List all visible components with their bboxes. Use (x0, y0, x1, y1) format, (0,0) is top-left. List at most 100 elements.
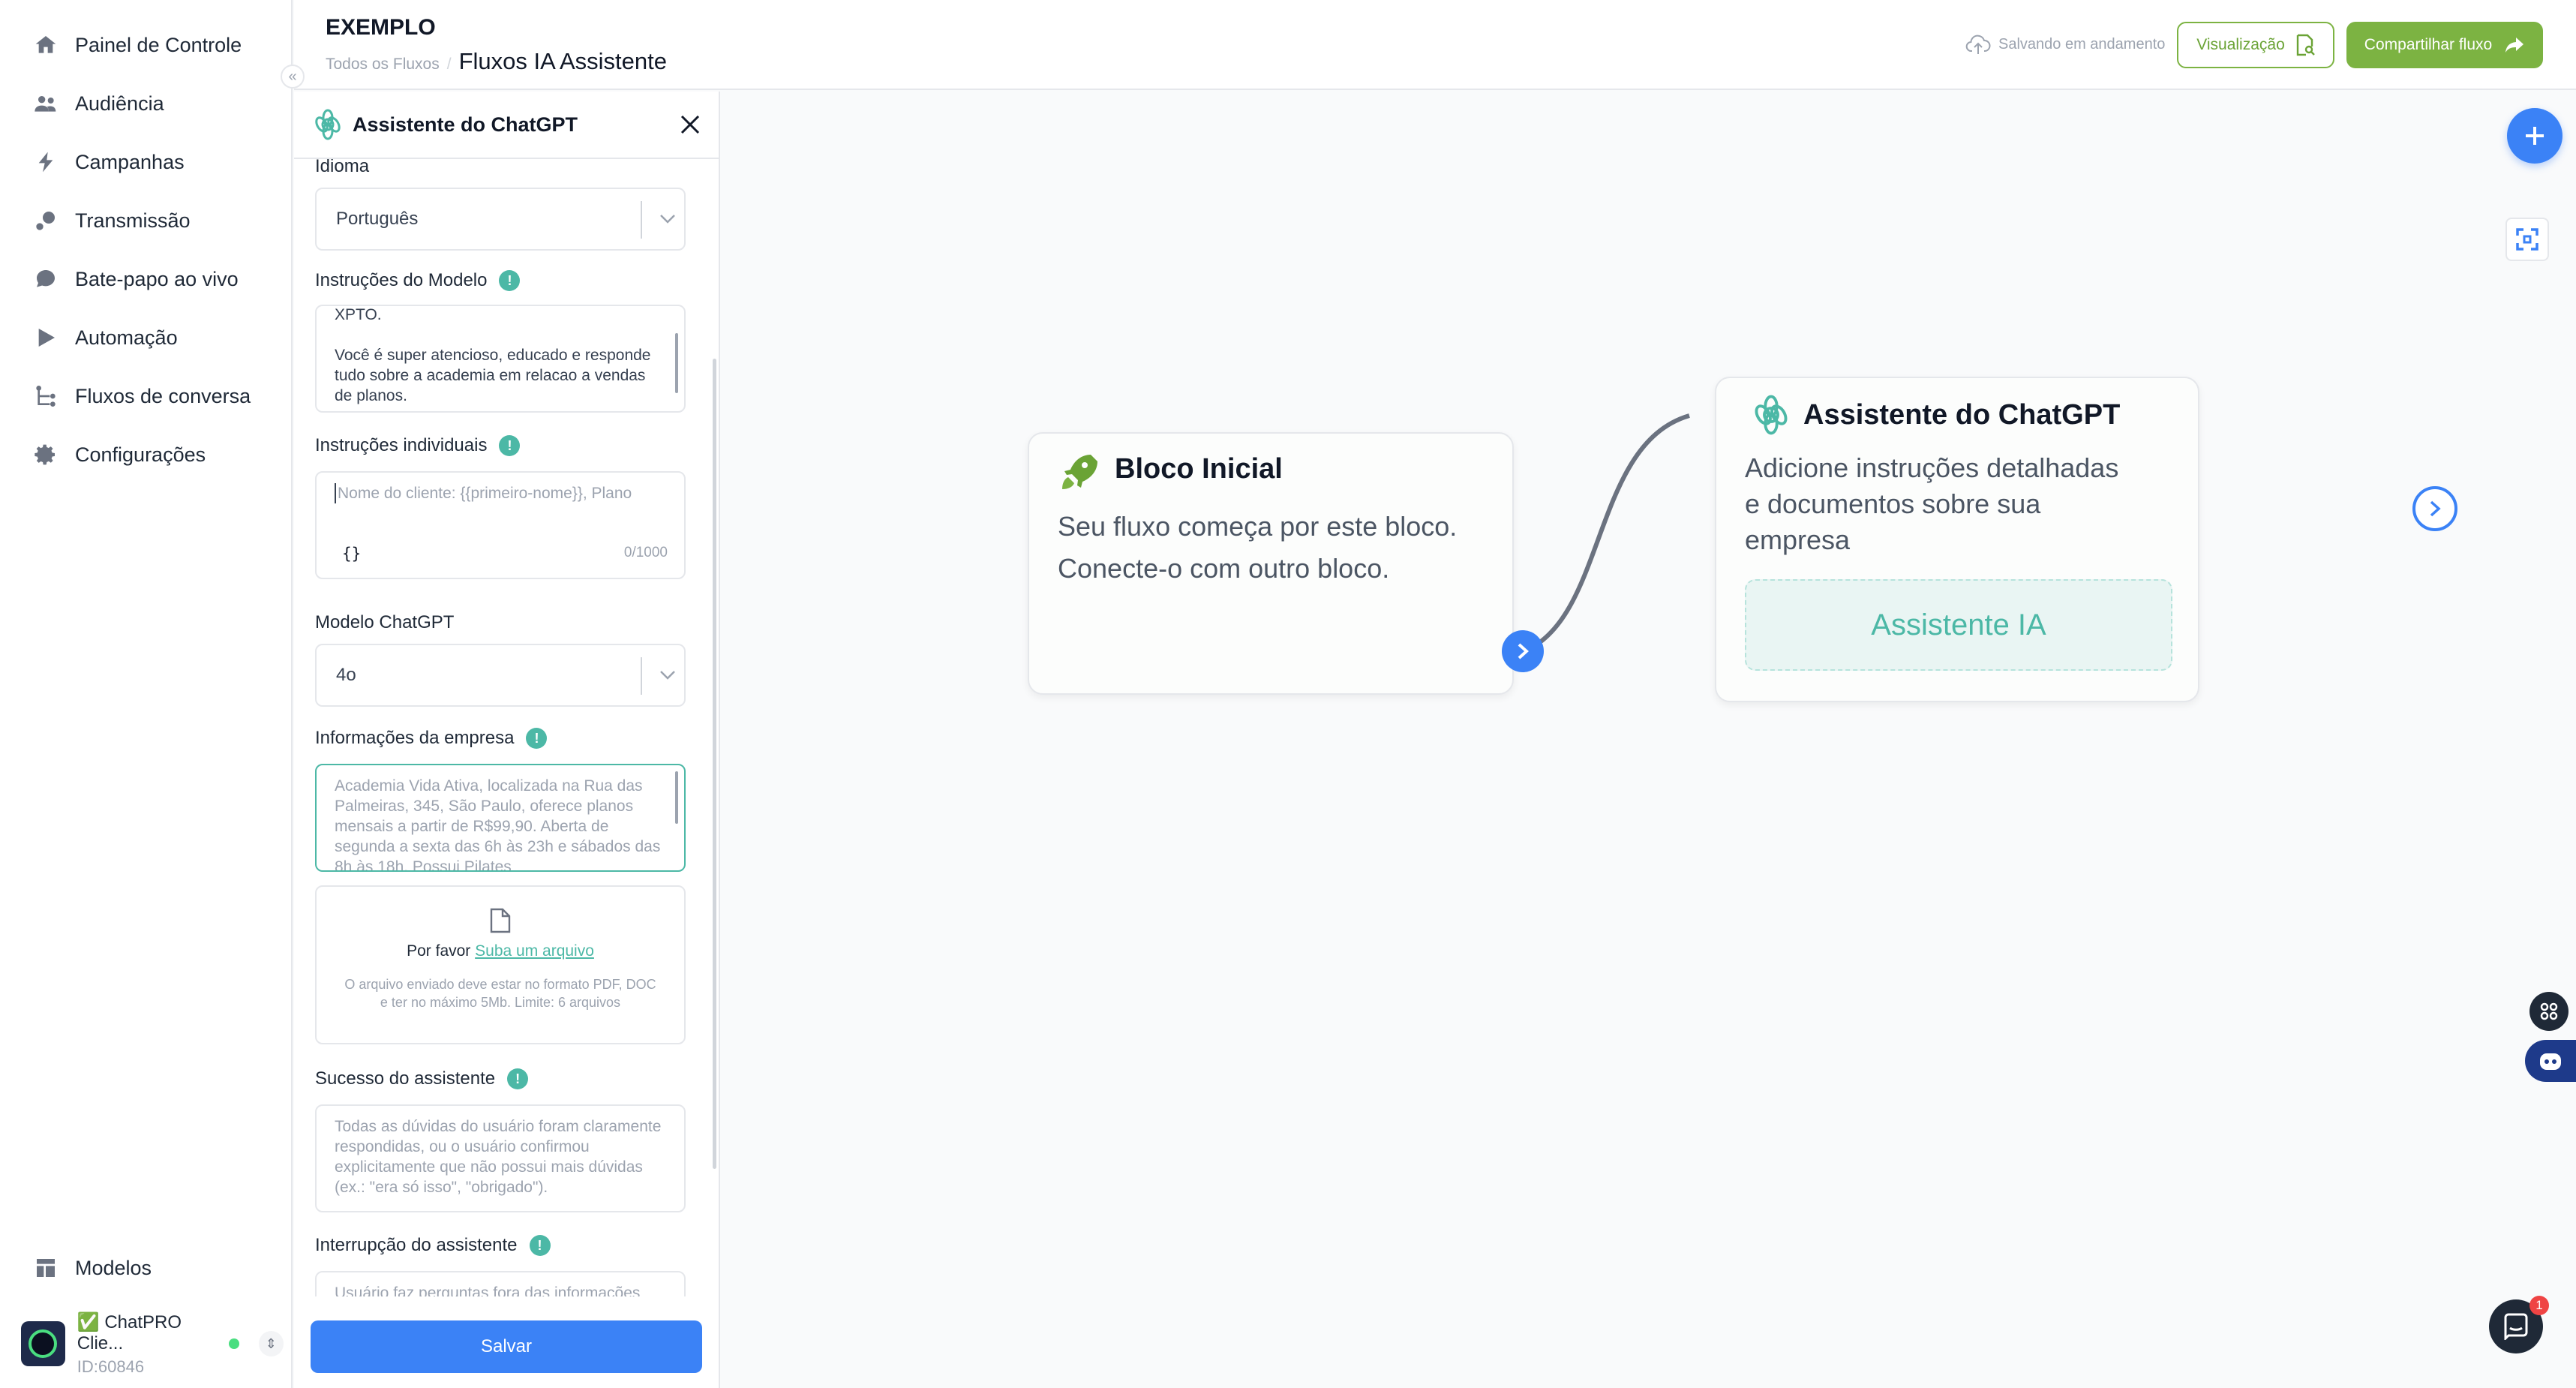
individual-instructions-label: Instruções individuais ! (315, 435, 521, 456)
rocket-icon (1062, 455, 1097, 489)
info-icon[interactable]: ! (529, 1235, 551, 1256)
connection-edge[interactable] (722, 92, 2576, 1388)
assistant-success-textarea[interactable]: Todas as dúvidas do usuário foram claram… (315, 1104, 686, 1212)
collapse-sidebar-button[interactable]: « (281, 65, 305, 89)
save-button[interactable]: Salvar (311, 1320, 702, 1373)
sidebar-item-broadcast[interactable]: Transmissão (33, 198, 191, 243)
company-info-label-text: Informações da empresa (315, 728, 515, 748)
chat-icon (2504, 1313, 2528, 1340)
play-icon (33, 325, 59, 350)
share-flow-button[interactable]: Compartilhar fluxo (2346, 22, 2543, 68)
sidebar-item-live-chat[interactable]: Bate-papo ao vivo (33, 257, 239, 302)
chatgpt-model-label-text: Modelo ChatGPT (315, 612, 455, 632)
language-select[interactable]: Português (315, 188, 686, 251)
ai-node-line-2: e documentos sobre sua (1745, 488, 2041, 519)
output-port[interactable] (1502, 630, 1544, 672)
expand-icon (2516, 228, 2538, 251)
breadcrumb: Todos os Fluxos / Fluxos IA Assistente (326, 48, 667, 75)
start-block-title: Bloco Inicial (1115, 453, 1283, 485)
sidebar-item-dashboard[interactable]: Painel de Controle (33, 23, 242, 68)
model-instructions-text: XPTO. Você é super atencioso, educado e … (335, 306, 651, 404)
flow-title: Fluxos IA Assistente (458, 48, 668, 74)
chat-bubble-icon (33, 266, 59, 292)
chatgpt-model-label: Modelo ChatGPT (315, 612, 454, 633)
ai-node-title: Assistente do ChatGPT (1803, 399, 2121, 431)
sidebar-item-label: Painel de Controle (75, 33, 242, 56)
ai-node-body: Adicione instruções detalhadas e documen… (1745, 450, 2118, 558)
individual-instructions-textarea[interactable]: Nome do cliente: {{primeiro-nome}}, Plan… (315, 471, 686, 579)
account-name: ✅ ChatPRO Clie... (77, 1311, 182, 1353)
model-instructions-label-text: Instruções do Modelo (315, 270, 488, 290)
language-label-text: Idioma (315, 156, 370, 176)
file-icon (490, 908, 511, 933)
upload-prefix: Por favor (407, 942, 471, 960)
robot-icon (2540, 1053, 2561, 1070)
upload-file-link[interactable]: Suba um arquivo (475, 942, 594, 960)
gear-icon (33, 442, 59, 467)
assistant-config-panel: Assistente do ChatGPT Idioma Português I… (294, 92, 720, 1388)
command-menu-button[interactable] (2529, 992, 2568, 1031)
textarea-scrollbar[interactable] (675, 333, 678, 393)
info-icon[interactable]: ! (507, 1068, 529, 1089)
sidebar-item-audience[interactable]: Audiência (33, 81, 164, 126)
preview-button[interactable]: Visualização (2177, 22, 2334, 68)
select-divider (641, 657, 642, 695)
model-instructions-textarea[interactable]: XPTO. Você é super atencioso, educado e … (315, 305, 686, 413)
start-block-line-2: Conecte-o com outro bloco. (1058, 553, 1390, 584)
share-arrow-icon (2505, 38, 2524, 53)
fullscreen-button[interactable] (2505, 218, 2549, 261)
sidebar-item-label: Bate-papo ao vivo (75, 267, 239, 290)
account-switcher[interactable]: ✅ ChatPRO Clie... ID:60846 ⇕ (21, 1312, 284, 1376)
start-block-node[interactable]: Bloco Inicial Seu fluxo começa por este … (1028, 432, 1514, 695)
company-info-textarea[interactable]: Academia Vida Ativa, localizada na Rua d… (315, 764, 686, 872)
assistant-success-placeholder: Todas as dúvidas do usuário foram claram… (335, 1118, 666, 1196)
online-status-dot (228, 1338, 239, 1349)
chevron-updown-icon[interactable]: ⇕ (258, 1331, 284, 1356)
file-upload-dropzone[interactable]: Por favor Suba um arquivo O arquivo envi… (315, 885, 686, 1044)
sidebar-item-flows[interactable]: Fluxos de conversa (33, 374, 251, 419)
add-block-button[interactable] (2507, 108, 2562, 164)
assistant-bot-button[interactable] (2525, 1040, 2576, 1082)
textarea-scrollbar[interactable] (675, 771, 678, 824)
sidebar-item-automation[interactable]: Automação (33, 315, 178, 360)
preview-label: Visualização (2196, 36, 2285, 53)
info-icon[interactable]: ! (526, 728, 548, 749)
command-icon (2540, 1002, 2558, 1020)
insert-variable-button[interactable]: {} (342, 545, 361, 563)
assistant-success-label: Sucesso do assistente ! (315, 1068, 529, 1089)
chatgpt-assistant-node[interactable]: Assistente do ChatGPT Adicione instruçõe… (1715, 377, 2199, 702)
avatar (21, 1321, 65, 1366)
language-label: Idioma (315, 156, 369, 177)
chatgpt-model-select[interactable]: 4o (315, 644, 686, 707)
account-info: ✅ ChatPRO Clie... ID:60846 (77, 1311, 217, 1377)
sidebar-item-label: Audiência (75, 92, 164, 115)
chatgpt-model-value: 4o (336, 665, 356, 685)
cloud-upload-icon (1965, 35, 1991, 54)
model-instructions-label: Instruções do Modelo ! (315, 270, 521, 291)
panel-header: Assistente do ChatGPT (294, 92, 719, 159)
input-port[interactable] (2412, 486, 2457, 531)
sidebar-item-label: Fluxos de conversa (75, 384, 251, 407)
sidebar-item-campaigns[interactable]: Campanhas (33, 140, 185, 185)
chevron-right-icon (2430, 500, 2441, 517)
sidebar-item-label: Campanhas (75, 150, 185, 173)
close-icon[interactable] (675, 110, 705, 140)
select-divider (641, 201, 642, 239)
saving-status-text: Salvando em andamento (1998, 35, 2166, 53)
share-label: Compartilhar fluxo (2364, 36, 2493, 53)
chatgpt-logo-icon (315, 109, 341, 140)
chevron-down-icon (654, 206, 681, 233)
language-value: Português (336, 209, 419, 229)
flow-canvas[interactable]: Bloco Inicial Seu fluxo começa por este … (722, 92, 2576, 1388)
ai-assistant-slot[interactable]: Assistente IA (1745, 579, 2172, 671)
breadcrumb-all-flows[interactable]: Todos os Fluxos (326, 56, 440, 74)
start-block-line-1: Seu fluxo começa por este bloco. (1058, 511, 1458, 542)
info-icon[interactable]: ! (499, 435, 521, 456)
individual-instructions-placeholder: Nome do cliente: {{primeiro-nome}}, Plan… (335, 483, 666, 503)
info-icon[interactable]: ! (499, 270, 521, 291)
sidebar-item-models[interactable]: Modelos (33, 1245, 152, 1290)
sidebar-item-settings[interactable]: Configurações (33, 432, 206, 477)
panel-scrollbar[interactable] (713, 359, 716, 1169)
account-id: ID:60846 (77, 1356, 145, 1376)
saving-status: Salvando em andamento (1965, 33, 2165, 56)
